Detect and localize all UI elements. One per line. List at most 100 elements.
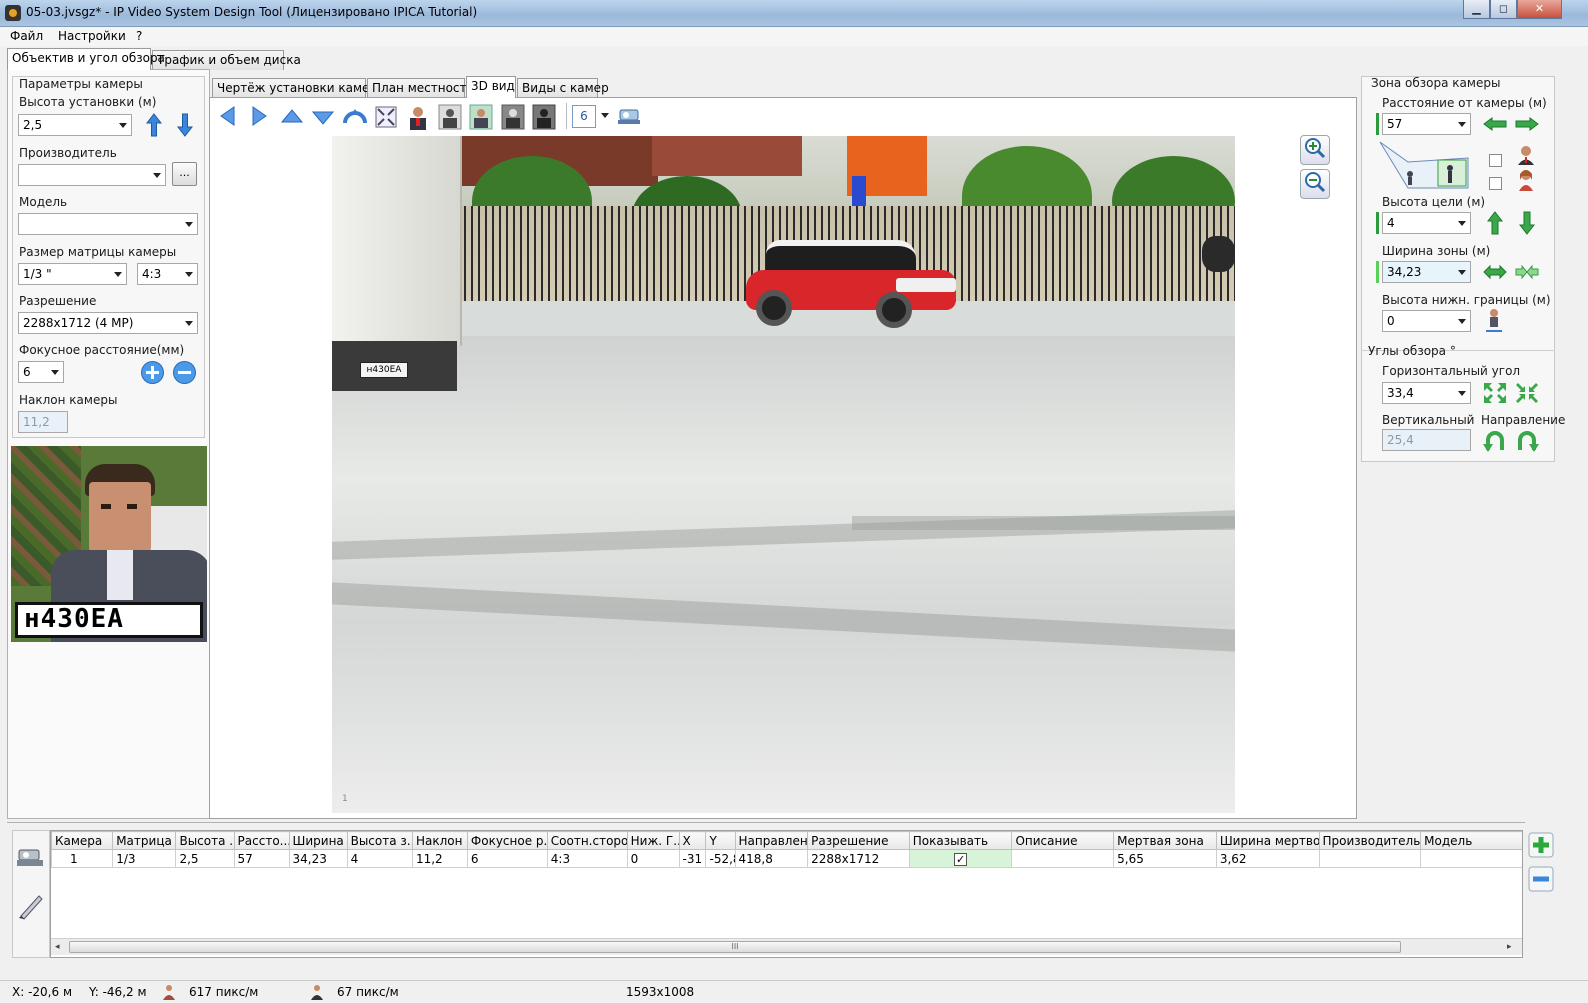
tab-terrain-plan[interactable]: План местности (367, 78, 474, 98)
nav-up-icon[interactable] (280, 106, 304, 126)
col-header[interactable]: Ширина ... (288, 831, 348, 850)
table-cell[interactable]: 57 (233, 849, 290, 868)
remove-camera-icon[interactable] (1528, 866, 1554, 892)
table-cell[interactable]: -52,8 (705, 849, 736, 868)
person-silhouette-icon[interactable] (532, 104, 556, 130)
person-gray-icon[interactable] (438, 104, 462, 130)
menu-file[interactable]: Файл (10, 29, 43, 43)
manufacturer-combo[interactable] (18, 164, 166, 186)
table-cell[interactable]: 1/3 (112, 849, 177, 868)
horizontal-angle-combo[interactable]: 33,4 (1382, 382, 1471, 404)
camera-settings-icon[interactable] (616, 104, 644, 128)
target-height-down-icon[interactable] (1518, 210, 1536, 236)
distance-combo[interactable]: 57 (1382, 113, 1471, 135)
scroll-left-icon[interactable]: ◂ (55, 942, 60, 952)
col-header[interactable]: X (678, 831, 707, 850)
minimize-button[interactable]: ▁ (1463, 0, 1490, 19)
tab-lens-angle[interactable]: Объектив и угол обзора (7, 48, 165, 70)
table-cell[interactable]: 4:3 (546, 849, 628, 868)
nav-down-icon[interactable] (311, 108, 335, 128)
table-cell[interactable]: 418,8 (734, 849, 809, 868)
table-cell[interactable] (1318, 849, 1422, 868)
table-cell[interactable]: 5,65 (1113, 849, 1217, 868)
col-header[interactable]: Высота ... (175, 831, 235, 850)
sensor-combo[interactable]: 1/3 " (18, 263, 127, 285)
table-cell[interactable]: 11,2 (411, 849, 468, 868)
fit-view-icon[interactable] (374, 105, 398, 129)
show-checkbox-cell[interactable]: ✓ (908, 849, 1013, 868)
table-cell[interactable]: 34,23 (288, 849, 348, 868)
close-button[interactable]: ✕ (1517, 0, 1562, 19)
zone-width-shrink-icon[interactable] (1514, 264, 1540, 280)
target-height-up-icon[interactable] (1486, 210, 1504, 236)
height-combo[interactable]: 2,5 (18, 114, 132, 136)
person-dark-icon[interactable] (501, 104, 525, 130)
distance-increase-icon[interactable] (1514, 116, 1540, 132)
zoom-out-button[interactable] (1300, 169, 1330, 199)
scroll-right-icon[interactable]: ▸ (1507, 942, 1512, 952)
menu-settings[interactable]: Настройки (58, 29, 126, 43)
col-header[interactable]: Y (705, 831, 736, 850)
col-header[interactable]: Ширина мертвой... (1215, 831, 1320, 850)
table-cell[interactable]: -31 (678, 849, 707, 868)
tab-install-drawing[interactable]: Чертёж установки камеры (212, 78, 387, 98)
zone-width-combo[interactable]: 34,23 (1382, 261, 1471, 283)
camera-count-box[interactable]: 6 (572, 105, 596, 128)
col-header[interactable]: Высота з... (346, 831, 413, 850)
bottom-splitter[interactable] (7, 822, 1525, 823)
col-header[interactable]: Описание (1011, 831, 1115, 850)
col-header[interactable]: Камера (51, 831, 114, 850)
col-header[interactable]: Мертвая зона (1113, 831, 1217, 850)
table-cell[interactable]: 1 (51, 849, 114, 868)
col-header[interactable]: Производитель (1318, 831, 1422, 850)
maximize-button[interactable]: ◻ (1490, 0, 1517, 19)
height-down-icon[interactable] (175, 112, 195, 138)
rotate-icon[interactable] (342, 105, 368, 127)
rotate-right-icon[interactable] (1514, 428, 1540, 454)
table-cell[interactable]: 6 (466, 849, 548, 868)
table-cell[interactable] (1011, 849, 1115, 868)
col-header[interactable]: Рассто... (233, 831, 290, 850)
aspect-combo[interactable]: 4:3 (137, 263, 198, 285)
col-header[interactable]: Ниж. Г... (626, 831, 680, 850)
face-checkbox[interactable] (1489, 154, 1502, 167)
col-header[interactable]: Показывать (908, 831, 1013, 850)
nav-right-icon[interactable] (249, 104, 271, 128)
focal-minus-icon[interactable] (172, 360, 197, 385)
show-checkbox[interactable]: ✓ (954, 852, 968, 866)
col-header[interactable]: Матрица (112, 831, 177, 850)
resolution-combo[interactable]: 2288x1712 (4 MP) (18, 312, 198, 334)
height-up-icon[interactable] (144, 112, 164, 138)
col-header[interactable]: Наклон (411, 831, 468, 850)
tab-3d-view[interactable]: 3D вид (466, 76, 516, 98)
target-height-combo[interactable]: 4 (1382, 212, 1471, 234)
camera-list-icon[interactable] (15, 840, 47, 872)
rotate-left-icon[interactable] (1482, 428, 1508, 454)
count-dropdown-icon[interactable] (600, 112, 610, 120)
focal-plus-icon[interactable] (140, 360, 165, 385)
table-cell[interactable]: 0 (626, 849, 680, 868)
person-view-icon[interactable] (406, 104, 430, 130)
col-header[interactable]: Разрешение (807, 831, 910, 850)
col-header[interactable]: Соотн.сторон (546, 831, 628, 850)
model-combo[interactable] (18, 213, 198, 235)
pen-tool-icon[interactable] (15, 890, 47, 922)
manufacturer-browse-button[interactable]: ... (172, 162, 197, 186)
nav-left-icon[interactable] (216, 104, 238, 128)
table-cell[interactable] (1420, 849, 1522, 868)
person-green-icon[interactable] (469, 104, 493, 130)
table-cell[interactable]: 3,62 (1215, 849, 1320, 868)
distance-decrease-icon[interactable] (1482, 116, 1508, 132)
angle-expand-icon[interactable] (1482, 381, 1508, 405)
focal-combo[interactable]: 6 (18, 361, 64, 383)
tab-camera-views[interactable]: Виды с камер (517, 78, 609, 98)
scroll-thumb[interactable]: III (69, 941, 1401, 953)
add-camera-icon[interactable] (1528, 832, 1554, 858)
zoom-in-button[interactable] (1300, 135, 1330, 165)
menu-help[interactable]: ? (136, 29, 142, 43)
table-hscrollbar[interactable]: ◂ III ▸ (51, 938, 1522, 955)
col-header[interactable]: Модель (1420, 831, 1522, 850)
table-cell[interactable]: 2,5 (175, 849, 235, 868)
tab-traffic-disk[interactable]: Трафик и объем диска (152, 50, 301, 70)
scene-3d-viewport[interactable]: н430ЕА IVECO 1 (332, 136, 1235, 813)
